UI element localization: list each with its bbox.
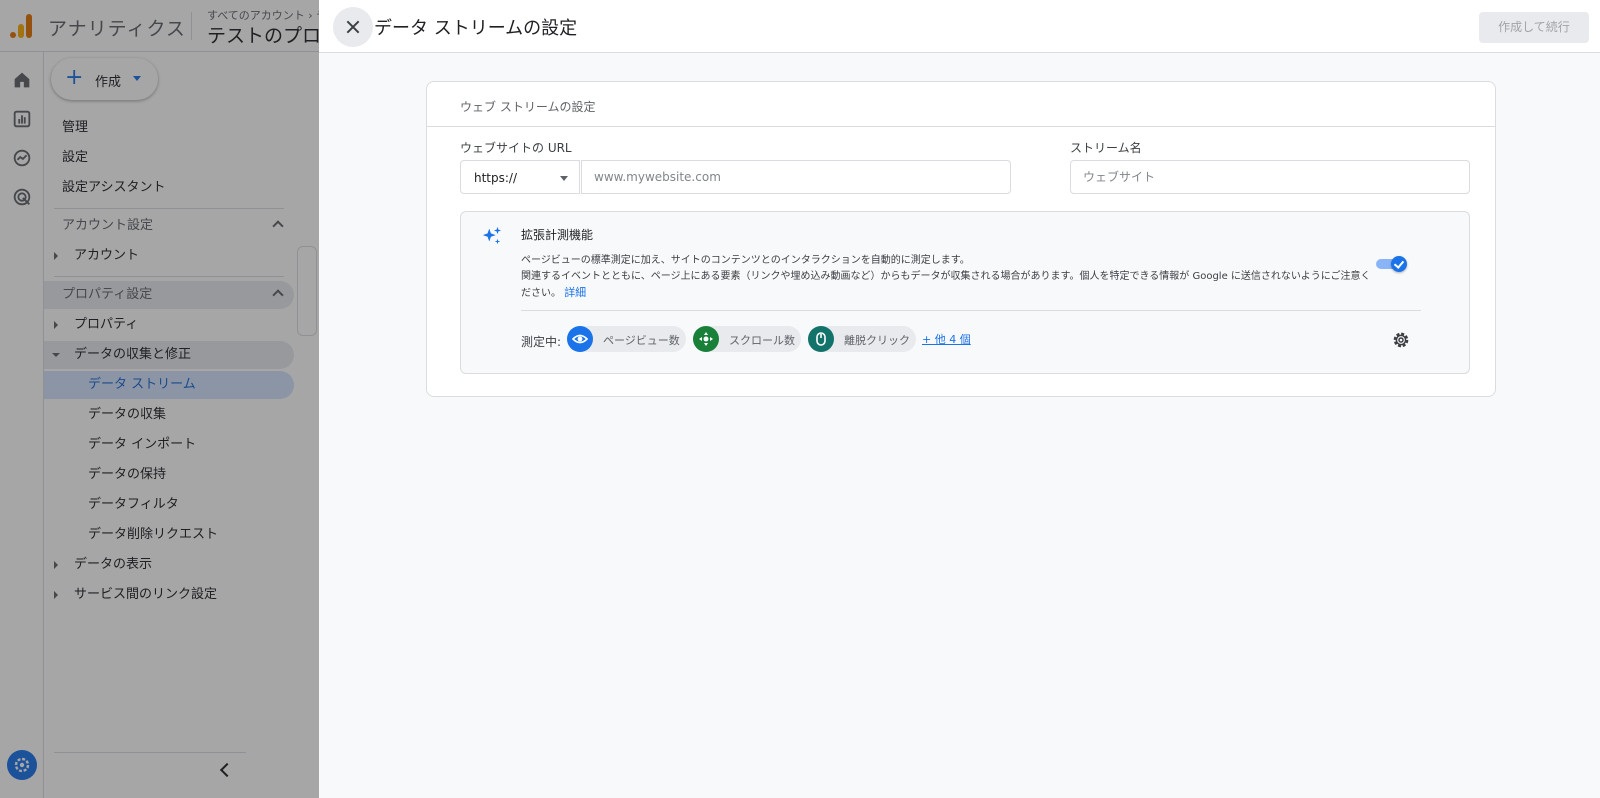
- mouse-icon: [808, 326, 834, 352]
- enhanced-measurement-toggle[interactable]: [1376, 256, 1408, 272]
- measuring-label: 測定中:: [521, 335, 562, 349]
- chip-page-views: ページビュー数: [567, 326, 686, 352]
- check-icon: [1391, 256, 1407, 272]
- stream-name-input[interactable]: [1070, 160, 1470, 194]
- sparkle-icon: [482, 226, 502, 245]
- more-events-link[interactable]: + 他 4 個: [922, 331, 971, 347]
- chip-label: スクロール数: [729, 334, 795, 347]
- gear-icon[interactable]: [1390, 329, 1412, 351]
- scroll-icon: [693, 326, 719, 352]
- card-title: ウェブ ストリームの設定: [460, 100, 596, 114]
- chip-label: 離脱クリック: [844, 334, 910, 347]
- panel-header: データ ストリームの設定 作成して続行: [319, 0, 1600, 53]
- enhanced-measurement-title: 拡張計測機能: [521, 228, 594, 242]
- learn-more-link[interactable]: 詳細: [564, 286, 586, 299]
- chip-outbound-clicks: 離脱クリック: [808, 326, 916, 352]
- dropdown-arrow-icon: [560, 176, 568, 181]
- create-and-continue-button[interactable]: 作成して続行: [1479, 12, 1589, 43]
- stream-name-label: ストリーム名: [1070, 141, 1142, 155]
- enhanced-measurement-box: 拡張計測機能 ページビューの標準測定に加え、サイトのコンテンツとのインタラクショ…: [460, 211, 1470, 374]
- panel-title: データ ストリームの設定: [374, 18, 578, 39]
- card-divider: [427, 126, 1495, 127]
- description-line: 関連するイベントとともに、ページ上にある要素（リンクや埋め込み動画など）からもデ…: [521, 271, 1371, 282]
- eye-icon: [567, 326, 593, 352]
- description-line: ページビューの標準測定に加え、サイトのコンテンツとのインタラクションを自動的に測…: [521, 255, 970, 266]
- website-url-input[interactable]: [581, 160, 1011, 194]
- chip-label: ページビュー数: [603, 334, 680, 347]
- enhanced-measurement-description: ページビューの標準測定に加え、サイトのコンテンツとのインタラクションを自動的に測…: [521, 253, 1381, 302]
- description-line-end: ださい。: [521, 288, 561, 299]
- description-line: ださい。 詳細: [521, 285, 1381, 302]
- web-stream-card: ウェブ ストリームの設定 ウェブサイトの URL https:// ストリーム名…: [426, 81, 1496, 397]
- data-stream-setup-panel: データ ストリームの設定 作成して続行 ウェブ ストリームの設定 ウェブサイトの…: [319, 0, 1600, 798]
- url-label: ウェブサイトの URL: [460, 141, 572, 155]
- chip-scrolls: スクロール数: [693, 326, 801, 352]
- protocol-value: https://: [474, 171, 518, 185]
- close-icon[interactable]: [333, 7, 373, 47]
- enhanced-divider: [521, 310, 1421, 311]
- protocol-select[interactable]: https://: [460, 160, 580, 194]
